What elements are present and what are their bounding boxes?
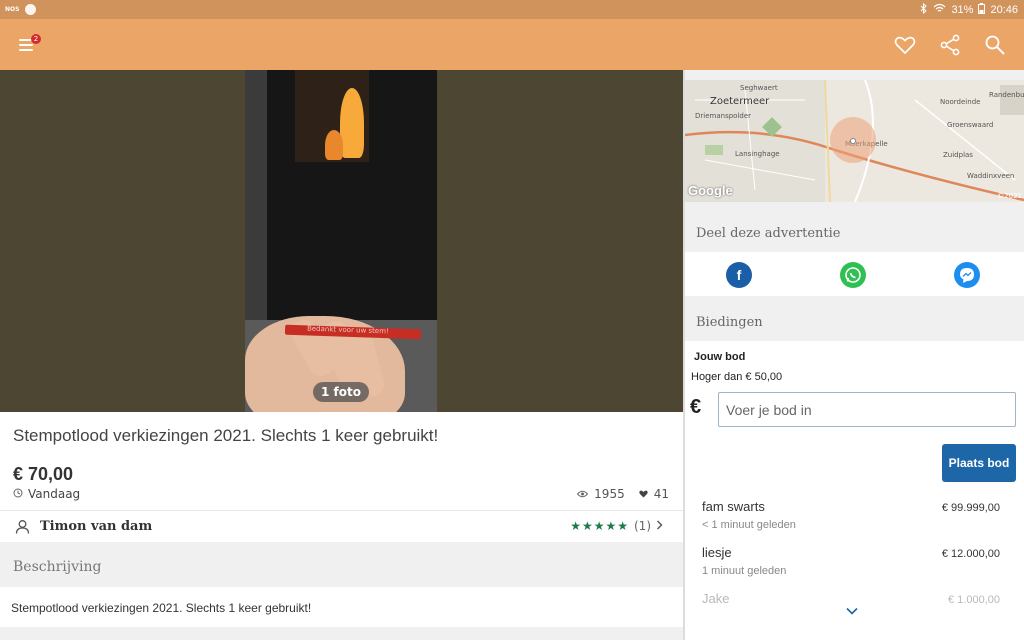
listing-photo[interactable]: Bedankt voor uw stem! <box>245 70 437 412</box>
map-label: Randenburg <box>989 91 1024 99</box>
notification-badge: 2 <box>31 34 41 44</box>
bluetooth-icon <box>920 2 928 17</box>
clock-icon <box>13 487 23 501</box>
status-bar: NOS 31% 20:46 <box>0 0 1024 19</box>
listing-info-card: Stempotlood verkiezingen 2021. Slechts 1… <box>0 412 683 542</box>
seller-name: Timon van dam <box>40 519 153 534</box>
stove-shape <box>267 70 437 320</box>
description-body: Stempotlood verkiezingen 2021. Slechts 1… <box>0 587 683 627</box>
bid-list-item: fam swarts < 1 minuut geleden € 99.999,0… <box>685 499 1024 545</box>
heart-small-icon <box>639 487 648 501</box>
search-icon[interactable] <box>983 33 1007 57</box>
photo-count-badge: 1 foto <box>313 382 369 402</box>
favorite-count: 41 <box>653 487 669 501</box>
rating-stars-icon: ★★★★★ <box>570 519 629 533</box>
battery-icon <box>978 2 986 17</box>
listing-price: € 70,00 <box>13 464 74 484</box>
date-text: Vandaag <box>28 487 81 501</box>
your-bid-label: Jouw bod <box>694 351 746 363</box>
share-header: Deel deze advertentie <box>685 210 1024 252</box>
battery-percent: 31% <box>951 3 974 16</box>
bids-panel: Jouw bod Hoger dan € 50,00 € Plaats bod … <box>685 341 1024 640</box>
map-label: Driemanspolder <box>695 112 752 120</box>
menu-button[interactable]: 2 <box>19 34 41 54</box>
seller-rating: ★★★★★ (1) <box>570 519 663 533</box>
side-column: Seghwaert Zoetermeer Driemanspolder Lans… <box>685 70 1024 640</box>
wifi-icon <box>933 3 946 16</box>
listing-title: Stempotlood verkiezingen 2021. Slechts 1… <box>13 426 439 445</box>
listing-stats: 1955 41 <box>576 487 669 501</box>
facebook-icon[interactable]: f <box>726 262 752 288</box>
bid-amount: € 1.000,00 <box>948 594 1000 606</box>
location-pin-icon <box>850 138 856 144</box>
bid-time: 1 minuut geleden <box>702 565 787 577</box>
status-time: 20:46 <box>990 3 1018 16</box>
map-label: Groenswaard <box>947 121 994 129</box>
notification-icon <box>25 4 37 15</box>
chevron-right-icon <box>656 519 663 533</box>
bid-amount: € 12.000,00 <box>941 548 1000 560</box>
bid-amount-input[interactable] <box>718 392 1016 427</box>
description-header: Beschrijving <box>0 545 683 587</box>
minimum-bid-text: Hoger dan € 50,00 <box>691 371 783 383</box>
view-count: 1955 <box>594 487 625 501</box>
bids-title: Biedingen <box>696 315 763 330</box>
map-label: Noordeinde <box>940 98 981 106</box>
google-logo: Google <box>688 183 733 198</box>
map-label: Lansinghage <box>735 150 780 158</box>
listing-date: Vandaag <box>13 487 80 501</box>
heart-icon[interactable] <box>893 33 917 57</box>
map-copyright: ©2021 <box>997 192 1022 200</box>
bid-time: < 1 minuut geleden <box>702 519 796 531</box>
bids-header: Biedingen <box>685 297 1024 341</box>
description-title: Beschrijving <box>13 559 102 575</box>
currency-symbol: € <box>690 396 702 418</box>
listing-column: Bedankt voor uw stem! 1 foto Stempotlood… <box>0 70 683 640</box>
chevron-down-icon[interactable] <box>845 603 859 617</box>
bidder-name: liesje <box>702 545 732 560</box>
rating-count: (1) <box>634 519 651 533</box>
bid-list-item: liesje 1 minuut geleden € 12.000,00 <box>685 545 1024 591</box>
seller-row[interactable]: Timon van dam ★★★★★ (1) <box>0 511 683 543</box>
place-bid-button[interactable]: Plaats bod <box>942 444 1016 482</box>
map-label: Waddinxveen <box>967 172 1015 180</box>
map-label: Zoetermeer <box>710 96 770 107</box>
photo-carousel[interactable]: Bedankt voor uw stem! 1 foto <box>0 70 683 412</box>
map-label: Seghwaert <box>740 84 778 92</box>
bid-amount: € 99.999,00 <box>941 502 1000 514</box>
app-bar: 2 <box>0 19 1024 70</box>
eye-icon <box>576 487 589 501</box>
status-app-label: NOS <box>5 6 20 13</box>
location-map[interactable]: Seghwaert Zoetermeer Driemanspolder Lans… <box>685 80 1024 202</box>
bidder-name: Jake <box>702 591 730 606</box>
share-icon[interactable] <box>938 33 962 57</box>
share-title: Deel deze advertentie <box>696 226 841 241</box>
whatsapp-icon[interactable] <box>840 262 866 288</box>
description-text: Stempotlood verkiezingen 2021. Slechts 1… <box>11 601 312 615</box>
share-buttons: f <box>685 252 1024 296</box>
bidder-name: fam swarts <box>702 499 765 514</box>
user-icon <box>15 519 30 538</box>
map-label: Zuidplas <box>943 151 973 159</box>
messenger-icon[interactable] <box>954 262 980 288</box>
